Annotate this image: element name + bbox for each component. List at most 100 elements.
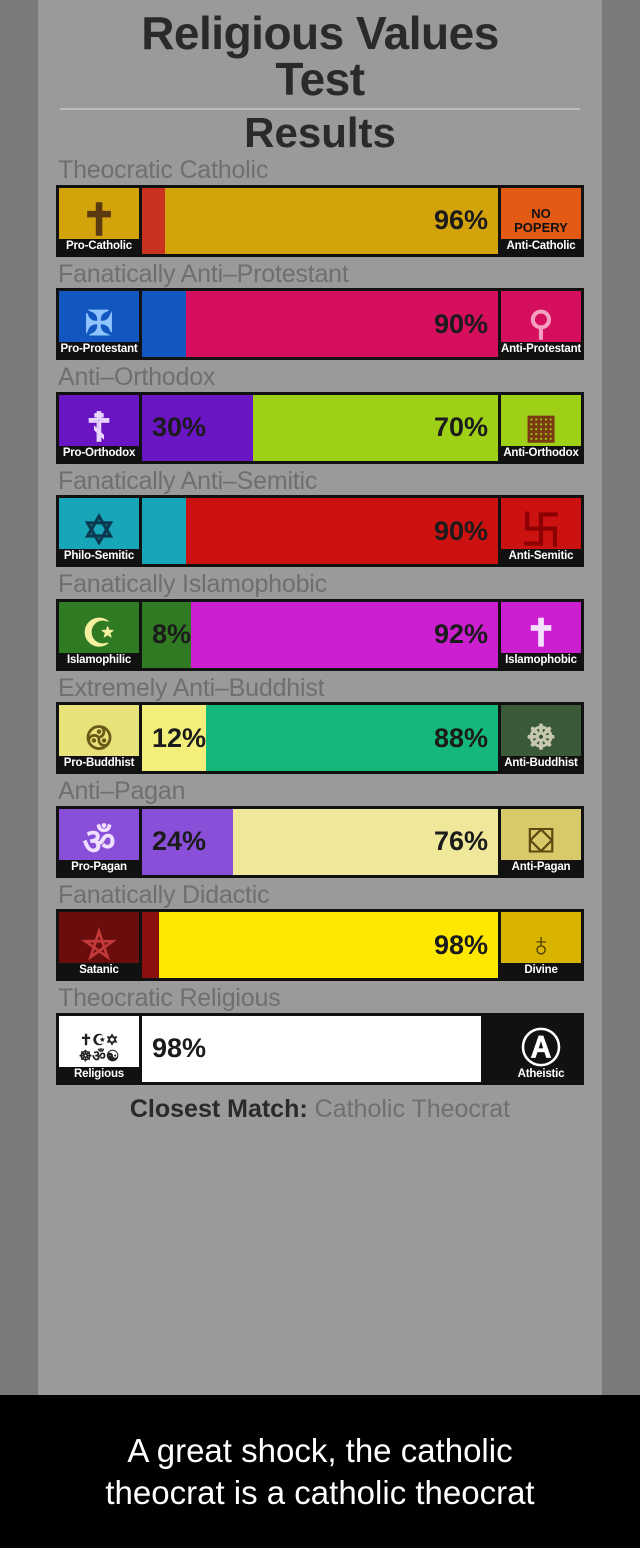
right-endcap: ▦ Anti-Orthodox — [498, 391, 584, 464]
right-value-label: 92% — [433, 619, 488, 650]
bar: 24% 76% — [142, 805, 498, 878]
bar-segment-right: 96% — [165, 187, 498, 254]
bar: 30% 70% — [142, 391, 498, 464]
left-endcap-label: Pro-Protestant — [59, 342, 139, 358]
right-endcap: ☸ Anti-Buddhist — [498, 702, 584, 775]
bar-segment-right: 70% — [252, 394, 498, 461]
bar-track: ☪ Islamophilic 8% 92% ✝ Islamophobic — [56, 598, 584, 671]
bar-track: ✡ Philo-Semitic 90% 卐 Anti-Semitic — [56, 495, 584, 568]
bar-segment-right: 90% — [185, 498, 498, 565]
right-endcap: ✝ Islamophobic — [498, 598, 584, 671]
right-endcap: ⚲ Anti-Protestant — [498, 288, 584, 361]
left-value-label: 12% — [152, 722, 207, 753]
bar-row: Theocratic Catholic ✝ Pro-Catholic 96% NO PO… — [56, 157, 584, 257]
bar-track: ☦ Pro-Orthodox 30% 70% ▦ Anti-Orthodox — [56, 391, 584, 464]
bar-segment-left — [142, 498, 186, 565]
right-value-label: 98% — [433, 929, 488, 960]
bar-segment-left — [142, 912, 159, 979]
right-endcap-label: Anti-Semitic — [501, 549, 581, 565]
left-endcap: ☪ Islamophilic — [56, 598, 142, 671]
right-endcap-label: Anti-Buddhist — [501, 756, 581, 772]
bar-segment-left: 12% — [142, 705, 207, 772]
bar-row: Fanatically Islamophobic ☪ Islamophilic 8% 9… — [56, 571, 584, 671]
bar-row-title: Anti–Pagan — [58, 777, 186, 806]
left-endcap: ॐ Pro-Pagan — [56, 805, 142, 878]
bar-segment-left — [142, 291, 186, 358]
left-endcap: ࿋ Pro-Buddhist — [56, 702, 142, 775]
left-value-label: 8% — [152, 619, 192, 650]
right-endcap-label: Anti-Orthodox — [501, 445, 581, 461]
left-value-label: 30% — [152, 412, 207, 443]
bar-row: Fanatically Anti–Semitic ✡ Philo-Semitic 90… — [56, 468, 584, 568]
bar-segment-left — [142, 187, 166, 254]
bar-row-title: Theocratic Religious — [58, 984, 281, 1013]
bar-segment-left: 98% — [142, 1015, 482, 1082]
bar-segment-left: 8% — [142, 601, 192, 668]
bar-segment-right: 98% — [158, 912, 498, 979]
right-endcap: NO POPERY Anti-Catholic — [498, 184, 584, 257]
right-value-label: 90% — [433, 308, 488, 339]
left-endcap: ☦ Pro-Orthodox — [56, 391, 142, 464]
left-endcap: ⛤ Satanic — [56, 909, 142, 982]
bar-row: Fanatically Anti–Protestant ✠ Pro-Protesta… — [56, 261, 584, 361]
right-endcap-label: Divine — [501, 963, 581, 979]
left-endcap-label: Islamophilic — [59, 652, 139, 668]
right-endcap: Ⓐ Atheistic — [498, 1012, 584, 1085]
bar-segment-right — [481, 1015, 498, 1082]
bar-track: ॐ Pro-Pagan 24% 76% ⛋ Anti-Pagan — [56, 805, 584, 878]
right-value-label: 88% — [433, 722, 488, 753]
bar: 8% 92% — [142, 598, 498, 671]
bar-row: Theocratic Religious ✝☪✡ ☸ॐ☯ Religious 98% Ⓐ… — [56, 985, 584, 1085]
right-endcap-label: Anti-Pagan — [501, 859, 581, 875]
left-endcap-label: Pro-Pagan — [59, 859, 139, 875]
right-value-label: 96% — [433, 205, 488, 236]
bar-track: ✠ Pro-Protestant 90% ⚲ Anti-Protestant — [56, 288, 584, 361]
bar-row: Fanatically Didactic ⛤ Satanic 98% ♁ Divine — [56, 882, 584, 982]
left-endcap: ✡ Philo-Semitic — [56, 495, 142, 568]
bar-segment-right: 88% — [206, 705, 498, 772]
results-heading: Results — [244, 109, 396, 156]
bar-row-title: Anti–Orthodox — [58, 363, 216, 392]
closest-match-value: Catholic Theocrat — [314, 1094, 511, 1123]
caption-bar: A great shock, the catholic theocrat is … — [0, 1395, 640, 1548]
left-gutter — [0, 0, 38, 1548]
results-card: Religious Values Test Results Theocratic… — [38, 0, 602, 1395]
bar: 90% — [142, 495, 498, 568]
bar-rows: Theocratic Catholic ✝ Pro-Catholic 96% NO PO… — [56, 157, 584, 1085]
left-endcap-label: Pro-Catholic — [59, 238, 139, 254]
caption-line-2: theocrat is a catholic theocrat — [105, 1473, 535, 1511]
right-endcap: ⛋ Anti-Pagan — [498, 805, 584, 878]
bar: 98% — [142, 1012, 498, 1085]
bar-row-title: Fanatically Didactic — [58, 880, 270, 909]
bar-row-title: Fanatically Islamophobic — [58, 570, 327, 599]
bar-segment-right: 76% — [232, 808, 498, 875]
bar-segment-left: 30% — [142, 394, 253, 461]
bar: 90% — [142, 288, 498, 361]
bar-row-title: Fanatically Anti–Protestant — [58, 259, 349, 288]
left-endcap: ✝ Pro-Catholic — [56, 184, 142, 257]
left-value-label: 24% — [152, 826, 207, 857]
left-endcap-label: Philo-Semitic — [59, 549, 139, 565]
right-value-label: 90% — [433, 515, 488, 546]
bar: 12% 88% — [142, 702, 498, 775]
bar-row: Anti–Pagan ॐ Pro-Pagan 24% 76% ⛋ Anti-Pagan — [56, 778, 584, 878]
caption-line-1: A great shock, the catholic — [127, 1432, 513, 1470]
bar: 98% — [142, 909, 498, 982]
bar: 96% — [142, 184, 498, 257]
bar-segment-right: 90% — [185, 291, 498, 358]
right-endcap: 卐 Anti-Semitic — [498, 495, 584, 568]
bar-row: Anti–Orthodox ☦ Pro-Orthodox 30% 70% ▦ Anti-Or… — [56, 364, 584, 464]
left-endcap-label: Religious — [59, 1066, 139, 1082]
bar-row: Extremely Anti–Buddhist ࿋ Pro-Buddhist 12% 8… — [56, 675, 584, 775]
title-line-1: Religious Values — [141, 7, 499, 59]
left-endcap: ✝☪✡ ☸ॐ☯ Religious — [56, 1012, 142, 1085]
screenshot-root: Religious Values Test Results Theocratic… — [0, 0, 640, 1548]
closest-match: Closest Match: Catholic Theocrat — [56, 1095, 584, 1124]
right-endcap: ♁ Divine — [498, 909, 584, 982]
left-value-label: 98% — [152, 1033, 207, 1064]
right-value-label: 70% — [433, 412, 488, 443]
page-title: Religious Values Test — [56, 0, 584, 102]
bar-row-title: Fanatically Anti–Semitic — [58, 466, 318, 495]
right-endcap-label: Atheistic — [501, 1066, 581, 1082]
left-endcap: ✠ Pro-Protestant — [56, 288, 142, 361]
